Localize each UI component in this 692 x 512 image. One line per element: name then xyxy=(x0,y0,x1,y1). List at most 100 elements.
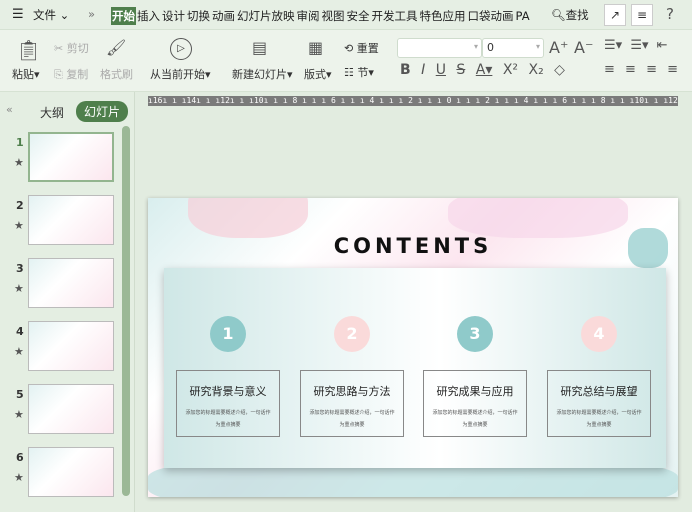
tab-design[interactable]: 设计 xyxy=(161,7,186,25)
decrease-font-icon[interactable]: A⁻ xyxy=(574,38,593,57)
subscript-icon[interactable]: X₂ xyxy=(528,62,543,78)
star-icon[interactable]: ★ xyxy=(14,408,24,421)
increase-font-icon[interactable]: A⁺ xyxy=(549,38,568,57)
star-icon[interactable]: ★ xyxy=(14,345,24,358)
star-icon[interactable]: ★ xyxy=(14,156,24,169)
slide-canvas[interactable]: CONTENTS 1 研究背景与意义 添加您的标题需要概述介绍，一句话作为重点摘… xyxy=(148,198,678,497)
item-description: 添加您的标题需要概述介绍，一句话作为重点摘要 xyxy=(185,410,271,428)
tab-pa[interactable]: PA xyxy=(515,8,531,24)
paste-button[interactable]: 粘贴▾ xyxy=(12,66,40,82)
menu-icon[interactable]: ☰ xyxy=(12,7,24,22)
section-label: 节 xyxy=(357,66,369,79)
contents-item-card: 研究背景与意义 添加您的标题需要概述介绍，一句话作为重点摘要 xyxy=(176,370,280,437)
search-button[interactable]: 🔍︎查找 xyxy=(551,7,589,23)
title-bar: ☰ 文件 ⌄ » 开始 插入 设计 切换 动画 幻灯片放映 审阅 视图 安全 开发工具 特色应用 口袋… xyxy=(0,0,692,30)
ribbon: 📋︎ 粘贴▾ ✂ 剪切 ⎘ 复制 🖌︎ 格式刷 ▷ 从当前开始▾ ▤ 新建幻灯片… xyxy=(0,30,692,92)
brush-icon: 🖌︎ xyxy=(106,38,127,57)
bullets-icon[interactable]: ☰▾ xyxy=(604,38,622,53)
item-number-badge: 2 xyxy=(334,316,370,352)
horizontal-ruler: ı16ı ı ı14ı ı ı12ı ı ı10ı ı ı 8 ı ı ı 6 … xyxy=(148,96,678,106)
tab-developer[interactable]: 开发工具 xyxy=(371,7,419,25)
copy-icon: ⎘ xyxy=(54,68,63,81)
tab-features[interactable]: 特色应用 xyxy=(419,7,467,25)
contents-item-card: 研究思路与方法 添加您的标题需要概述介绍，一句话作为重点摘要 xyxy=(300,370,404,437)
search-label: 查找 xyxy=(565,8,589,22)
tab-insert[interactable]: 插入 xyxy=(136,7,161,25)
notes-icon[interactable]: ≡ xyxy=(631,4,653,26)
reset-label: 重置 xyxy=(356,42,379,55)
star-icon[interactable]: ★ xyxy=(14,282,24,295)
tab-view[interactable]: 视图 xyxy=(321,7,346,25)
play-from-current-button[interactable]: 从当前开始▾ xyxy=(150,66,211,82)
more-tabs-button[interactable]: » xyxy=(88,7,95,21)
slide-thumbnail[interactable] xyxy=(28,321,114,371)
align-center-icon[interactable]: ≡ xyxy=(625,62,636,77)
justify-icon[interactable]: ≡ xyxy=(667,62,678,77)
font-color-icon[interactable]: A▾ xyxy=(476,62,493,78)
align-left-icon[interactable]: ≡ xyxy=(604,62,615,77)
tab-outline[interactable]: 大纲 xyxy=(40,104,64,121)
clear-format-icon[interactable]: ◇ xyxy=(554,62,565,78)
item-title: 研究思路与方法 xyxy=(313,385,391,398)
paste-label: 粘贴 xyxy=(12,68,34,81)
font-size-select[interactable]: 0 ▾ xyxy=(482,38,544,58)
font-size-value: 0 xyxy=(487,41,494,54)
scissors-icon: ✂ xyxy=(54,42,64,55)
copy-button[interactable]: ⎘ 复制 xyxy=(54,66,88,82)
file-menu[interactable]: 文件 ⌄ xyxy=(33,7,69,23)
slide-number: 1 xyxy=(16,136,24,149)
slide-thumbnail[interactable] xyxy=(28,384,114,434)
panel-scrollbar[interactable] xyxy=(122,126,130,496)
font-name-select[interactable]: ▾ xyxy=(397,38,482,58)
share-icon[interactable]: ↗ xyxy=(604,4,626,26)
superscript-icon[interactable]: X² xyxy=(503,62,518,78)
search-icon: 🔍︎ xyxy=(551,8,566,22)
underline-icon[interactable]: U xyxy=(436,62,446,78)
tab-review[interactable]: 审阅 xyxy=(296,7,321,25)
tab-transitions[interactable]: 切换 xyxy=(186,7,211,25)
collapse-panel-icon[interactable]: « xyxy=(6,103,13,116)
layout-icon: ▦ xyxy=(308,38,324,57)
numbering-icon[interactable]: ☰▾ xyxy=(630,38,648,53)
tab-slideshow[interactable]: 幻灯片放映 xyxy=(236,7,296,25)
tab-pocket-animation[interactable]: 口袋动画 xyxy=(467,7,515,25)
cut-button[interactable]: ✂ 剪切 xyxy=(54,40,89,56)
slide-number: 5 xyxy=(16,388,24,401)
italic-icon[interactable]: I xyxy=(421,62,425,78)
format-painter-button[interactable]: 格式刷 xyxy=(100,66,133,82)
item-title: 研究成果与应用 xyxy=(436,385,514,398)
strikethrough-icon[interactable]: S xyxy=(456,62,465,78)
tab-home[interactable]: 开始 xyxy=(111,7,136,25)
slide-thumbnail[interactable] xyxy=(28,195,114,245)
file-label: 文件 xyxy=(33,8,56,22)
layout-label: 版式 xyxy=(304,68,326,81)
star-icon[interactable]: ★ xyxy=(14,219,24,232)
reset-icon: ⟲ xyxy=(344,42,354,55)
contents-item-card: 研究总结与展望 添加您的标题需要概述介绍，一句话作为重点摘要 xyxy=(547,370,651,437)
chevron-down-icon: ▾ xyxy=(473,42,478,51)
new-slide-button[interactable]: 新建幻灯片▾ xyxy=(232,66,293,82)
paragraph-group-bottom: ≡ ≡ ≡ ≡ xyxy=(604,62,678,77)
play-icon: ▷ xyxy=(170,38,192,60)
slide-panel: « 大纲 幻灯片 1 ★ 2 ★ 3 ★ 4 ★ 5 ★ 6 ★ xyxy=(0,92,135,512)
tab-slides[interactable]: 幻灯片 xyxy=(76,101,129,122)
bold-icon[interactable]: B xyxy=(400,62,411,78)
item-description: 添加您的标题需要概述介绍，一句话作为重点摘要 xyxy=(309,410,395,428)
clipboard-icon: 📋︎ xyxy=(16,38,42,62)
section-button[interactable]: ☷ 节▾ xyxy=(344,64,374,80)
item-description: 添加您的标题需要概述介绍，一句话作为重点摘要 xyxy=(556,410,642,428)
help-button[interactable]: ? xyxy=(666,5,674,23)
align-right-icon[interactable]: ≡ xyxy=(646,62,657,77)
chevron-down-icon: ▾ xyxy=(535,42,540,51)
layout-button[interactable]: 版式▾ xyxy=(304,66,332,82)
slide-thumbnail[interactable] xyxy=(28,132,114,182)
slide-thumbnail[interactable] xyxy=(28,447,114,497)
section-icon: ☷ xyxy=(344,66,354,79)
slide-thumbnail[interactable] xyxy=(28,258,114,308)
tab-animation[interactable]: 动画 xyxy=(211,7,236,25)
tab-security[interactable]: 安全 xyxy=(346,7,371,25)
star-icon[interactable]: ★ xyxy=(14,471,24,484)
outdent-icon[interactable]: ⇤ xyxy=(657,38,668,53)
reset-button[interactable]: ⟲ 重置 xyxy=(344,40,379,56)
item-number-badge: 3 xyxy=(457,316,493,352)
